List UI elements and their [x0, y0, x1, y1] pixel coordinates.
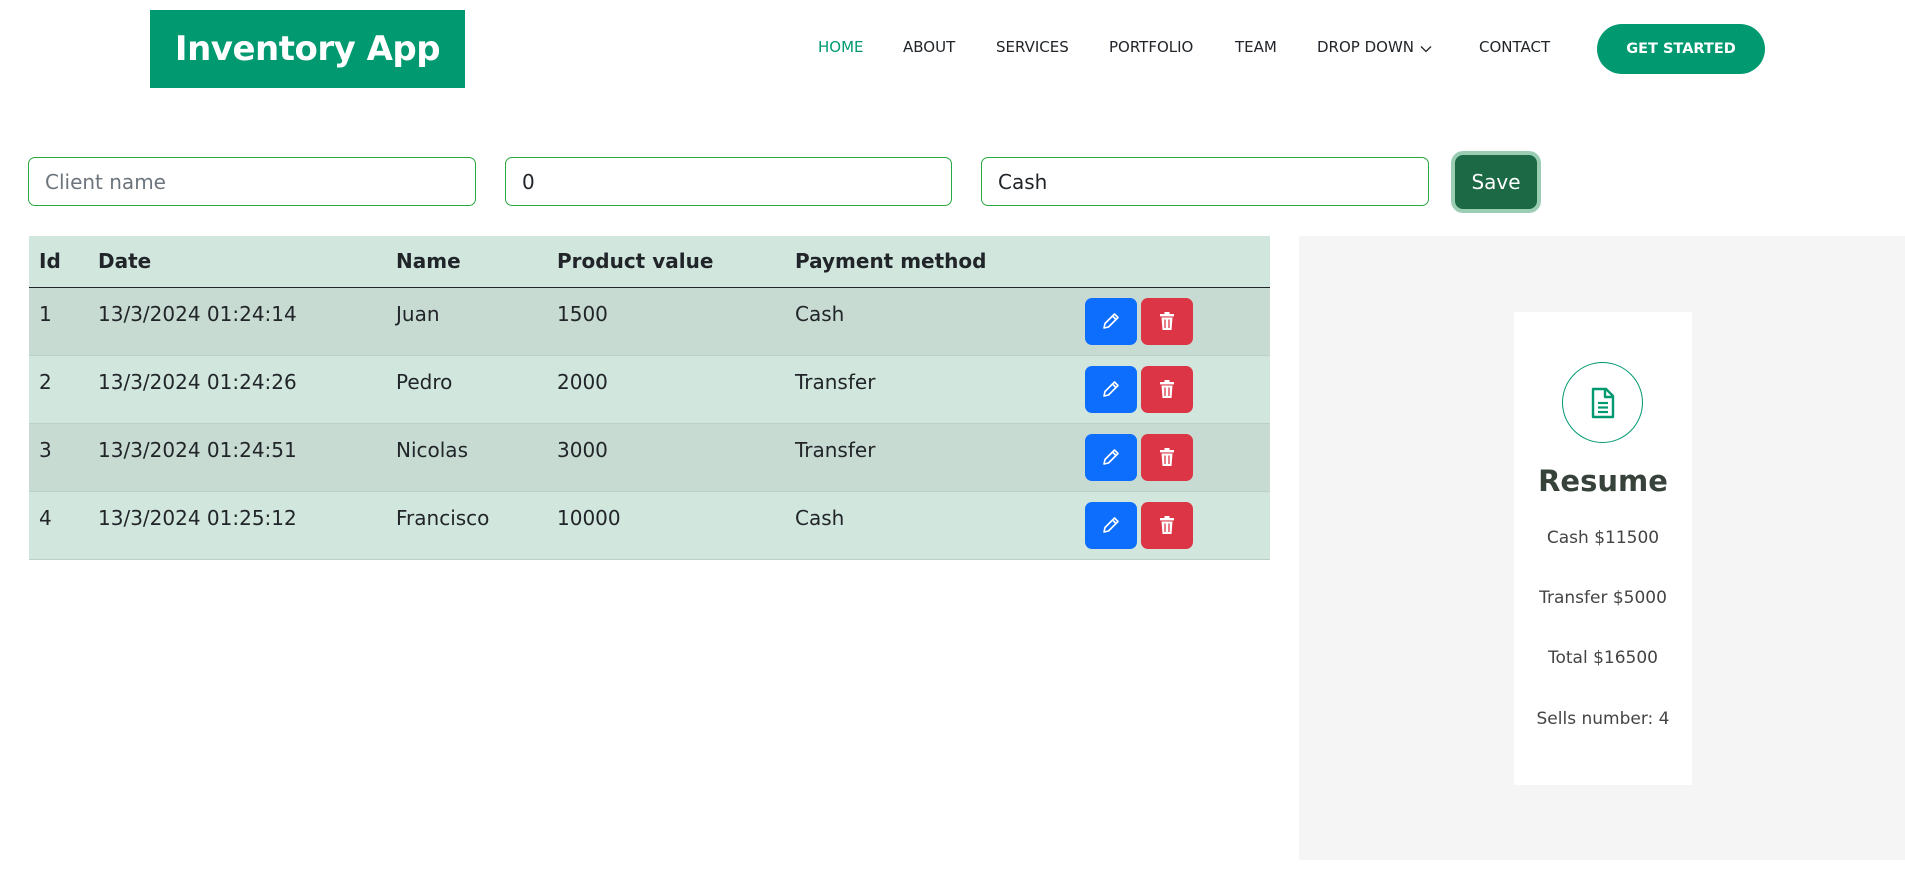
- sales-table: Id Date Name Product value Payment metho…: [29, 236, 1270, 560]
- nav-services[interactable]: SERVICES: [996, 38, 1069, 56]
- edit-button[interactable]: [1085, 433, 1137, 481]
- cell-id: 1: [39, 301, 52, 326]
- col-header-date: Date: [98, 249, 152, 274]
- get-started-button[interactable]: GET STARTED: [1597, 24, 1765, 74]
- summary-transfer: Transfer $5000: [1539, 588, 1667, 608]
- nav-contact[interactable]: CONTACT: [1479, 38, 1550, 56]
- nav-portfolio[interactable]: PORTFOLIO: [1109, 38, 1193, 56]
- summary-title: Resume: [1538, 464, 1668, 498]
- pencil-icon: [1103, 381, 1119, 397]
- cell-date: 13/3/2024 01:24:14: [98, 301, 297, 326]
- cell-actions: [1075, 287, 1270, 355]
- edit-button[interactable]: [1085, 297, 1137, 345]
- cell-method: Cash: [795, 505, 845, 530]
- cell-value: 1500: [557, 301, 608, 326]
- delete-button[interactable]: [1141, 433, 1193, 481]
- nav-about[interactable]: ABOUT: [903, 38, 955, 56]
- cell-date: 13/3/2024 01:24:26: [98, 369, 297, 394]
- col-header-name: Name: [396, 249, 461, 274]
- cell-actions: [1075, 355, 1270, 423]
- trash-icon: [1160, 516, 1174, 534]
- trash-icon: [1160, 312, 1174, 330]
- cell-actions: [1075, 423, 1270, 491]
- product-value-input[interactable]: [505, 157, 952, 206]
- table-row: 4 13/3/2024 01:25:12 Francisco 10000 Cas…: [29, 491, 1270, 559]
- cell-name: Pedro: [396, 369, 453, 394]
- col-header-id: Id: [39, 249, 61, 274]
- cell-method: Cash: [795, 301, 845, 326]
- col-header-value: Product value: [557, 249, 714, 274]
- delete-button[interactable]: [1141, 365, 1193, 413]
- cell-name: Francisco: [396, 505, 490, 530]
- table-row: 3 13/3/2024 01:24:51 Nicolas 3000 Transf…: [29, 423, 1270, 491]
- nav-dropdown-label: DROP DOWN: [1317, 38, 1415, 56]
- pencil-icon: [1103, 449, 1119, 465]
- chevron-down-icon: [1420, 39, 1432, 57]
- cell-id: 2: [39, 369, 52, 394]
- cell-actions: [1075, 491, 1270, 559]
- cell-name: Juan: [396, 301, 440, 326]
- delete-button[interactable]: [1141, 297, 1193, 345]
- summary-sells-count: Sells number: 4: [1536, 709, 1670, 729]
- nav-home[interactable]: HOME: [818, 38, 864, 56]
- trash-icon: [1160, 448, 1174, 466]
- cell-id: 3: [39, 437, 52, 462]
- delete-button[interactable]: [1141, 501, 1193, 549]
- table-row: 2 13/3/2024 01:24:26 Pedro 2000 Transfer: [29, 355, 1270, 423]
- summary-cash: Cash $11500: [1546, 528, 1660, 548]
- cell-method: Transfer: [795, 369, 876, 394]
- cell-value: 10000: [557, 505, 621, 530]
- trash-icon: [1160, 380, 1174, 398]
- summary-total: Total $16500: [1547, 648, 1658, 668]
- main-nav: HOME ABOUT SERVICES PORTFOLIO TEAM DROP …: [0, 0, 1905, 100]
- table-row: 1 13/3/2024 01:24:14 Juan 1500 Cash: [29, 287, 1270, 355]
- cell-value: 2000: [557, 369, 608, 394]
- edit-button[interactable]: [1085, 365, 1137, 413]
- col-header-actions: [1075, 236, 1270, 287]
- cell-id: 4: [39, 505, 52, 530]
- edit-button[interactable]: [1085, 501, 1137, 549]
- document-icon: [1562, 362, 1643, 443]
- cell-date: 13/3/2024 01:25:12: [98, 505, 297, 530]
- cell-method: Transfer: [795, 437, 876, 462]
- payment-method-input[interactable]: [981, 157, 1429, 206]
- save-button[interactable]: Save: [1455, 155, 1537, 209]
- nav-dropdown[interactable]: DROP DOWN: [1317, 38, 1432, 57]
- summary-card: Resume Cash $11500 Transfer $5000 Total …: [1514, 312, 1692, 785]
- client-name-input[interactable]: [28, 157, 476, 206]
- cell-name: Nicolas: [396, 437, 468, 462]
- table-header-row: Id Date Name Product value Payment metho…: [29, 236, 1270, 287]
- nav-team[interactable]: TEAM: [1235, 38, 1277, 56]
- cell-value: 3000: [557, 437, 608, 462]
- pencil-icon: [1103, 313, 1119, 329]
- col-header-method: Payment method: [795, 249, 987, 274]
- pencil-icon: [1103, 517, 1119, 533]
- cell-date: 13/3/2024 01:24:51: [98, 437, 297, 462]
